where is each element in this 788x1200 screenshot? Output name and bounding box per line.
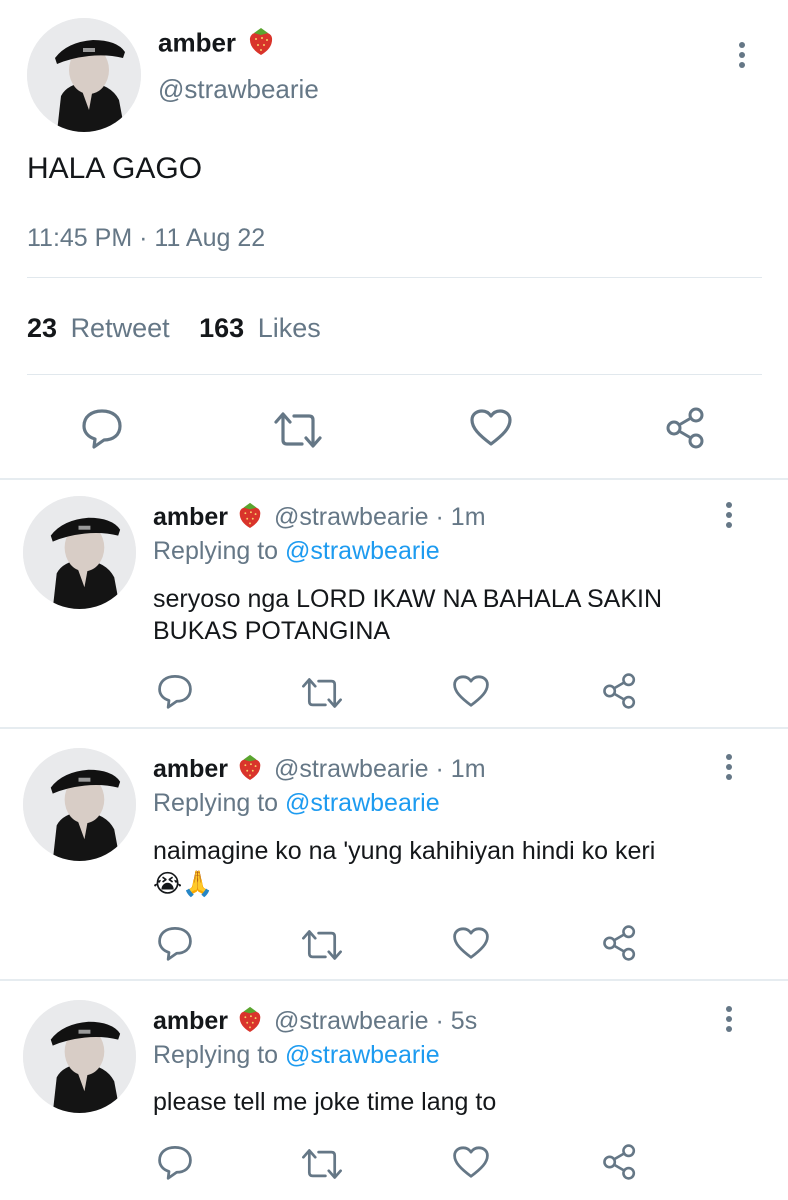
likes-count: 163 xyxy=(199,313,245,343)
replying-to-handle[interactable]: @strawbearie xyxy=(285,789,440,817)
retweet-icon[interactable] xyxy=(300,1147,344,1181)
timestamp-separator: · xyxy=(435,755,444,784)
share-icon[interactable] xyxy=(601,924,639,962)
likes-stat[interactable]: 163 Likes xyxy=(199,313,321,343)
replying-to-label: Replying to xyxy=(153,789,279,817)
timestamp-separator: · xyxy=(139,224,148,252)
replying-to-label: Replying to xyxy=(153,1041,279,1069)
reply-icon[interactable] xyxy=(156,673,194,709)
tweet-time: 11:45 PM xyxy=(27,224,133,252)
strawberry-emoji xyxy=(247,26,275,63)
divider xyxy=(0,727,788,729)
reply-text-line-2: 😭🙏 xyxy=(153,869,214,898)
retweet-icon[interactable] xyxy=(300,928,344,962)
replying-to: Replying to @strawbearie xyxy=(153,1041,440,1070)
engagement-stats: 23 Retweet 163 Likes xyxy=(27,313,321,344)
more-vertical-icon[interactable] xyxy=(725,502,733,532)
likes-label: Likes xyxy=(257,313,321,343)
avatar[interactable] xyxy=(23,748,136,861)
replying-to-handle[interactable]: @strawbearie xyxy=(285,1041,440,1069)
reply-text-line-1: naimagine ko na 'yung kahihiyan hindi ko… xyxy=(153,837,656,865)
handle[interactable]: @strawbearie xyxy=(158,74,319,105)
display-name[interactable]: amber xyxy=(153,755,228,783)
handle[interactable]: @strawbearie xyxy=(274,503,429,531)
avatar[interactable] xyxy=(23,496,136,609)
reply-icon[interactable] xyxy=(80,407,124,449)
heart-icon[interactable] xyxy=(469,408,513,448)
reply-time: 1m xyxy=(450,755,486,784)
timestamp-separator: · xyxy=(435,1007,444,1036)
retweet-count: 23 xyxy=(27,313,58,343)
heart-icon[interactable] xyxy=(452,1145,490,1180)
reply-header: amber @strawbearie · 1m xyxy=(153,501,486,536)
divider xyxy=(27,374,762,375)
strawberry-emoji xyxy=(237,501,263,536)
display-name[interactable]: amber xyxy=(158,27,236,57)
display-name[interactable]: amber xyxy=(153,1007,228,1035)
share-icon[interactable] xyxy=(601,1143,639,1181)
retweet-label: Retweet xyxy=(70,313,170,343)
avatar[interactable] xyxy=(23,1000,136,1113)
reply-icon[interactable] xyxy=(156,1144,194,1180)
reply-header: amber @strawbearie · 5s xyxy=(153,1005,477,1040)
tweet-date: 11 Aug 22 xyxy=(154,224,266,252)
divider xyxy=(0,979,788,981)
more-vertical-icon[interactable] xyxy=(725,1006,733,1036)
reply-time: 5s xyxy=(450,1007,478,1036)
heart-icon[interactable] xyxy=(452,674,490,709)
retweet-icon[interactable] xyxy=(272,410,324,450)
replying-to: Replying to @strawbearie xyxy=(153,537,440,566)
more-vertical-icon[interactable] xyxy=(725,754,733,784)
share-icon[interactable] xyxy=(601,672,639,710)
replying-to: Replying to @strawbearie xyxy=(153,789,440,818)
strawberry-emoji xyxy=(237,753,263,788)
heart-icon[interactable] xyxy=(452,926,490,961)
reply-text-line-1: seryoso nga LORD IKAW NA BAHALA SAKIN xyxy=(153,585,662,613)
handle[interactable]: @strawbearie xyxy=(274,755,429,783)
divider xyxy=(27,277,762,278)
avatar[interactable] xyxy=(27,18,141,132)
replying-to-handle[interactable]: @strawbearie xyxy=(285,537,440,565)
replying-to-label: Replying to xyxy=(153,537,279,565)
reply-text-line-1: please tell me joke time lang to xyxy=(153,1088,497,1116)
share-icon[interactable] xyxy=(664,406,708,450)
timestamp-separator: · xyxy=(435,503,444,532)
reply-text-line-2: BUKAS POTANGINA xyxy=(153,617,391,645)
divider xyxy=(0,478,788,480)
reply-icon[interactable] xyxy=(156,925,194,961)
more-vertical-icon[interactable] xyxy=(738,42,746,72)
tweet-timestamp: 11:45 PM · 11 Aug 22 xyxy=(27,224,265,253)
tweet-text: HALA GAGO xyxy=(27,152,203,185)
retweet-stat[interactable]: 23 Retweet xyxy=(27,313,170,343)
display-name[interactable]: amber xyxy=(153,503,228,531)
retweet-icon[interactable] xyxy=(300,676,344,710)
strawberry-emoji xyxy=(237,1005,263,1040)
handle[interactable]: @strawbearie xyxy=(274,1007,429,1035)
reply-time: 1m xyxy=(450,503,486,532)
reply-header: amber @strawbearie · 1m xyxy=(153,753,486,788)
